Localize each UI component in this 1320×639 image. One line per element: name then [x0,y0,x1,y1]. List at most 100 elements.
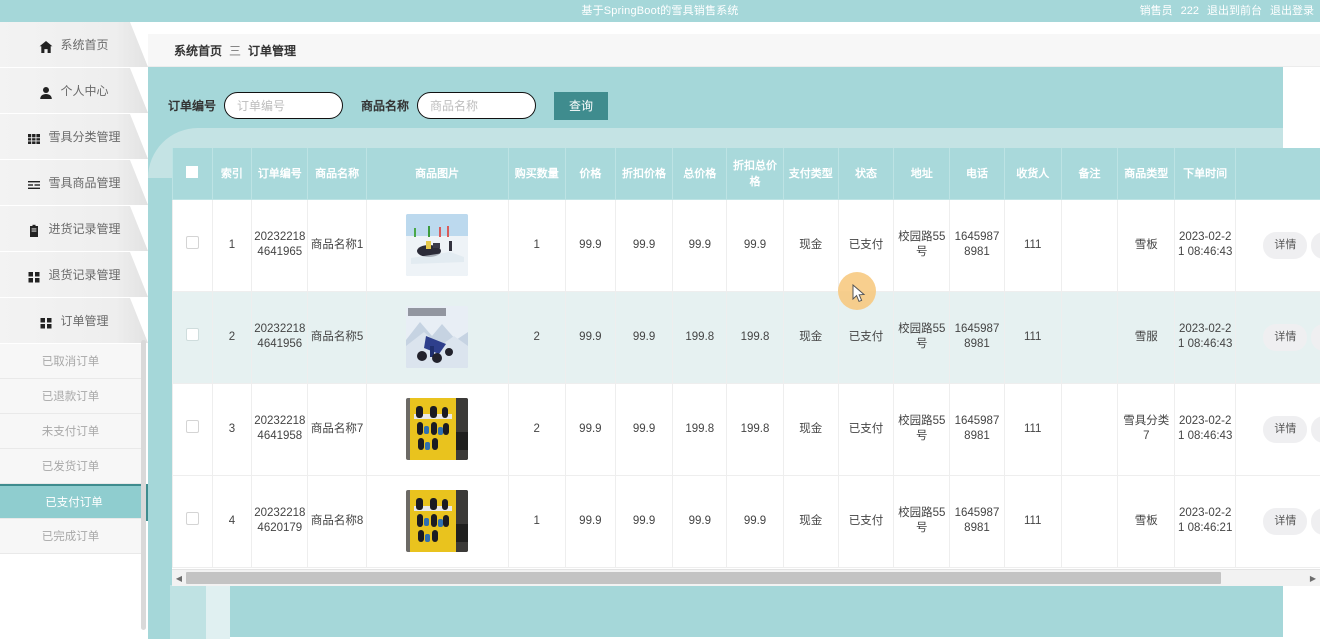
cell-remark [1060,290,1119,384]
product-name-input[interactable] [417,92,537,119]
product-name-label: 商品名称 [361,99,410,113]
select-all-header[interactable] [172,148,213,200]
table-horizontal-scrollbar[interactable]: ◀ ▶ [172,569,1320,586]
sidebar-item-label: 进货记录管理 [48,222,121,236]
cell-product-type: 雪具分类7 [1117,382,1176,476]
row-select-cell[interactable] [172,290,213,384]
logout-link[interactable]: 退出登录 [1270,0,1314,22]
order-no-input[interactable] [224,92,344,119]
sidebar-subitem-completed-orders[interactable]: 已完成订单 [0,519,141,554]
product-thumbnail-mountain-sled[interactable] [406,306,469,368]
detail-button[interactable]: 详情 [1263,231,1308,259]
scroll-left-arrow[interactable]: ◀ [172,570,186,587]
scrollbar-track[interactable] [1221,572,1306,584]
cell-address: 校园路55号 [893,474,951,568]
cell-product-image[interactable] [365,290,509,384]
breadcrumb-home[interactable]: 系统首页 [174,42,222,59]
scroll-right-arrow[interactable]: ▶ [1306,570,1320,587]
cell-address: 校园路55号 [893,198,951,292]
orders-table-container: 索引 订单编号 商品名称 商品图片 购买数量 价格 折扣价格 总价格 折扣总价格… [172,148,1320,578]
sidebar-item-product-management[interactable]: 雪具商品管理 [0,160,148,205]
row-checkbox[interactable] [185,512,199,525]
sidebar-subitem-unpaid-orders[interactable]: 未支付订单 [0,414,141,449]
table-row[interactable]: 4 202322184620179 商品名称8 1 99.9 99.9 99.9… [172,474,1320,568]
breadcrumb-current[interactable]: 订单管理 [248,42,296,59]
cell-remark [1060,474,1119,568]
sidebar-item-order-management[interactable]: 订单管理 [0,298,148,343]
scrollbar-thumb[interactable] [186,572,1221,584]
col-status[interactable]: 状态 [837,148,895,200]
cell-status: 已支付 [837,474,895,568]
cell-product-image[interactable] [365,474,509,568]
sidebar-subitem-label: 已支付订单 [45,497,103,509]
row-checkbox[interactable] [185,328,199,341]
secondary-action-button[interactable] [1310,507,1320,535]
table-row[interactable]: 2 202322184641956 商品名称5 2 99.9 99.9 199.… [172,290,1320,384]
sidebar: 系统首页 个人中心 雪具分类管理 雪具商品管理 进货记录管理 退货记录管理 订单… [0,22,148,639]
col-discount-total-price[interactable]: 折扣总价格 [726,148,784,200]
col-discount-price[interactable]: 折扣价格 [614,148,674,200]
secondary-action-button[interactable] [1310,231,1320,259]
cell-status: 已支付 [837,290,895,384]
cell-product-image[interactable] [365,382,509,476]
sidebar-item-home[interactable]: 系统首页 [0,22,148,67]
product-thumbnail-yellow-rack[interactable] [406,398,469,460]
secondary-action-button[interactable] [1310,415,1320,443]
col-pay-type[interactable]: 支付类型 [782,148,839,200]
col-total-price[interactable]: 总价格 [672,148,728,200]
select-all-checkbox[interactable] [186,165,199,178]
exit-to-front-link[interactable]: 退出到前台 [1207,0,1262,22]
secondary-action-button[interactable] [1310,323,1320,351]
cell-receiver: 111 [1003,474,1062,568]
cell-price: 99.9 [564,198,616,292]
row-select-cell[interactable] [172,474,213,568]
table-row[interactable]: 3 202322184641958 商品名称7 2 99.9 99.9 199.… [172,382,1320,476]
sidebar-subitem-label: 已发货订单 [41,461,100,473]
sidebar-item-category-management[interactable]: 雪具分类管理 [0,114,148,159]
col-product-type[interactable]: 商品类型 [1117,148,1176,200]
sidebar-subitem-shipped-orders[interactable]: 已发货订单 [0,449,141,484]
product-thumbnail-yellow-rack[interactable] [406,490,469,552]
cell-price: 99.9 [564,382,616,476]
cell-product-name: 商品名称8 [307,474,367,568]
detail-button[interactable]: 详情 [1263,507,1308,535]
cell-discount-total-price: 99.9 [726,198,784,292]
sidebar-item-return-records[interactable]: 退货记录管理 [0,252,148,297]
sidebar-subitem-paid-orders[interactable]: 已支付订单 [0,484,148,521]
row-select-cell[interactable] [172,382,213,476]
detail-button[interactable]: 详情 [1263,323,1308,351]
sidebar-subitem-cancelled-orders[interactable]: 已取消订单 [0,344,141,379]
col-product-image[interactable]: 商品图片 [365,148,509,200]
row-checkbox[interactable] [185,236,199,249]
sidebar-item-profile[interactable]: 个人中心 [0,68,148,113]
col-quantity[interactable]: 购买数量 [507,148,566,200]
cell-discount-total-price: 199.8 [726,290,784,384]
table-row[interactable]: 1 202322184641965 商品名称1 1 99.9 99.9 99.9… [172,198,1320,292]
cell-status: 已支付 [837,382,895,476]
sidebar-item-purchase-records[interactable]: 进货记录管理 [0,206,148,251]
col-order-time[interactable]: 下单时间 [1174,148,1236,200]
query-button[interactable]: 查询 [554,91,609,120]
detail-button[interactable]: 详情 [1263,415,1308,443]
sidebar-scrollbar[interactable] [141,340,146,630]
col-phone[interactable]: 电话 [949,148,1005,200]
squares-icon [39,316,53,330]
col-index[interactable]: 索引 [211,148,253,200]
col-receiver[interactable]: 收货人 [1003,148,1062,200]
col-order-no[interactable]: 订单编号 [251,148,309,200]
col-price[interactable]: 价格 [564,148,616,200]
product-thumbnail-snow-scene[interactable] [406,214,469,276]
row-select-cell[interactable] [172,198,213,292]
col-product-name[interactable]: 商品名称 [307,148,367,200]
decor-strip-right [206,585,230,639]
order-no-label: 订单编号 [168,99,217,113]
sidebar-subitem-refunded-orders[interactable]: 已退款订单 [0,379,141,414]
user-role-label: 销售员 [1139,5,1173,17]
cell-product-image[interactable] [365,198,509,292]
cell-total-price: 199.8 [672,382,728,476]
col-address[interactable]: 地址 [893,148,951,200]
col-remark[interactable]: 备注 [1060,148,1119,200]
cell-product-name: 商品名称7 [307,382,367,476]
cell-order-time: 2023-02-21 08:46:43 [1174,198,1236,292]
row-checkbox[interactable] [185,420,199,433]
